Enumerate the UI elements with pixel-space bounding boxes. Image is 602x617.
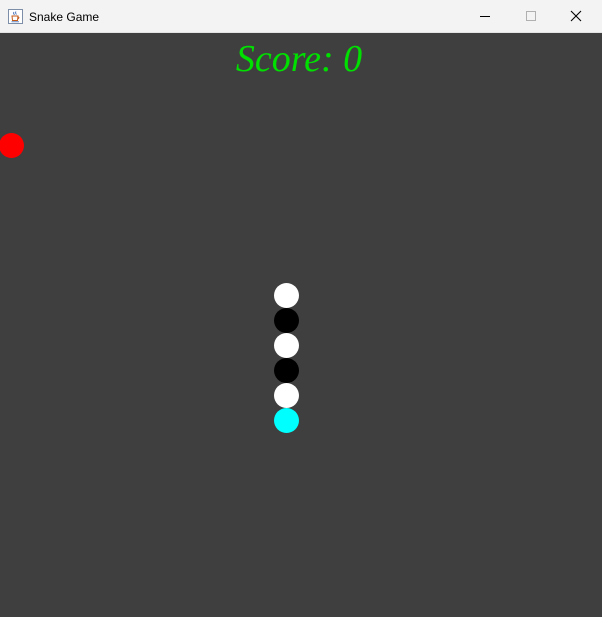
snake-head — [274, 408, 299, 433]
close-button[interactable] — [554, 0, 600, 33]
snake-body-segment — [274, 333, 299, 358]
minimize-icon — [480, 16, 490, 17]
snake-body-segment — [274, 383, 299, 408]
maximize-button[interactable] — [508, 0, 554, 33]
snake-body-segment — [274, 358, 299, 383]
snake-body-segment — [274, 283, 299, 308]
java-cup-icon — [8, 9, 23, 24]
apple-food — [0, 133, 24, 158]
snake-game-window: Snake Game Score: 0 — [0, 0, 602, 617]
game-canvas[interactable]: Score: 0 — [0, 33, 602, 617]
score-display: Score: 0 — [235, 38, 363, 80]
maximize-icon — [526, 11, 536, 21]
minimize-button[interactable] — [462, 0, 508, 33]
title-bar[interactable]: Snake Game — [0, 0, 602, 33]
snake-body-segment — [274, 308, 299, 333]
window-title: Snake Game — [29, 10, 100, 24]
close-icon — [570, 10, 582, 22]
